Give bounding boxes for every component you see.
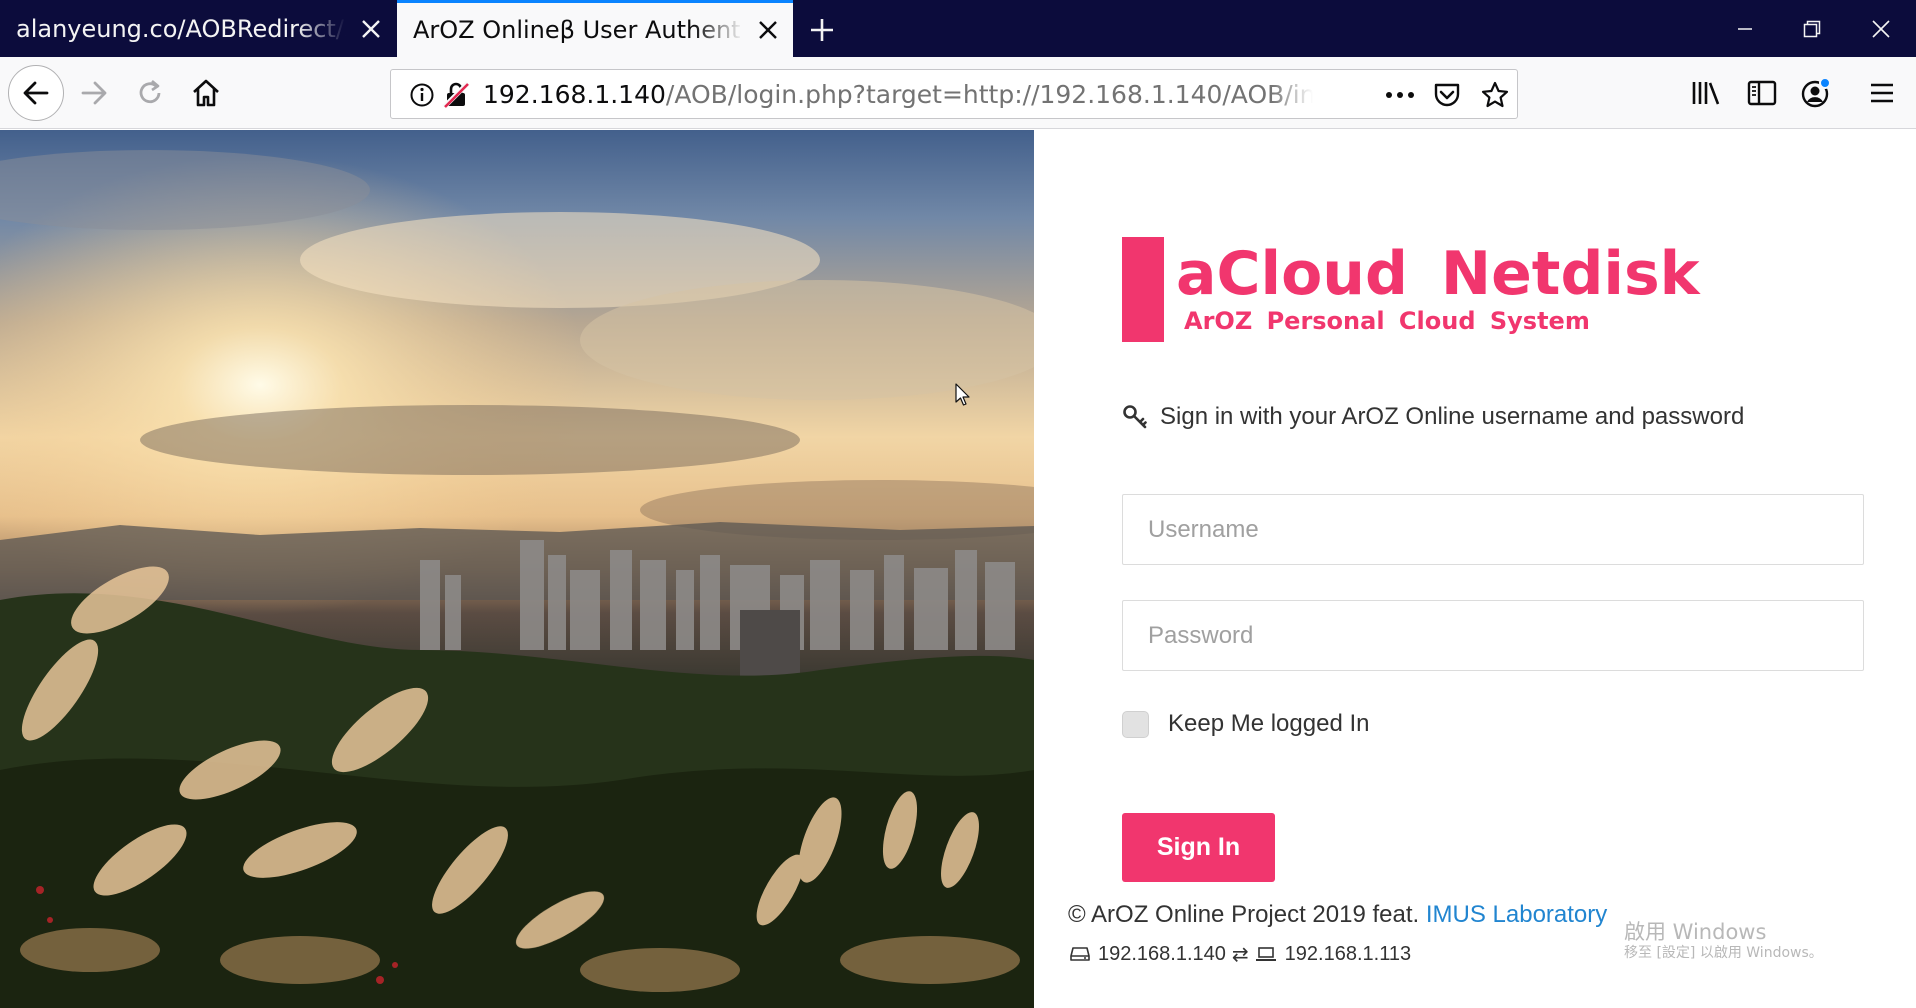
star-icon[interactable] xyxy=(1478,78,1512,112)
arrows-icon: ⇄ xyxy=(1231,943,1249,966)
tab-title: ArOZ Onlineβ User Authentication xyxy=(413,16,743,44)
remember-checkbox[interactable] xyxy=(1122,710,1149,738)
info-icon[interactable] xyxy=(405,78,439,112)
footer-text: © ArOZ Online Project 2019 feat. xyxy=(1068,901,1426,928)
more-icon[interactable] xyxy=(1383,78,1417,112)
server-icon xyxy=(1070,946,1090,962)
password-input[interactable] xyxy=(1122,600,1864,671)
navigation-toolbar: 192.168.1.140/AOB/login.php?target=http:… xyxy=(0,57,1916,129)
laptop-icon xyxy=(1255,946,1277,962)
hamburger-menu-icon[interactable] xyxy=(1856,67,1908,119)
sign-in-button[interactable]: Sign In xyxy=(1122,813,1275,882)
connection-info: 192.168.1.140 ⇄ 192.168.1.113 xyxy=(1070,940,1411,968)
key-icon xyxy=(1122,404,1148,430)
minimize-icon[interactable] xyxy=(1710,0,1780,57)
restore-icon[interactable] xyxy=(1777,0,1847,57)
username-input[interactable] xyxy=(1122,494,1864,565)
server-ip: 192.168.1.140 xyxy=(1098,942,1226,965)
signin-heading: Sign in with your ArOZ Online username a… xyxy=(1122,400,1744,434)
tab-user-authentication[interactable]: ArOZ Onlineβ User Authentication xyxy=(397,0,793,57)
remember-label[interactable]: Keep Me logged In xyxy=(1168,710,1369,738)
remember-me[interactable]: Keep Me logged In xyxy=(1122,707,1369,741)
close-icon[interactable] xyxy=(356,14,386,44)
account-icon[interactable] xyxy=(1790,67,1842,119)
signin-heading-text: Sign in with your ArOZ Online username a… xyxy=(1160,403,1745,430)
url-text[interactable]: 192.168.1.140/AOB/login.php?target=http:… xyxy=(483,70,1313,118)
tab-scan-redirect[interactable]: alanyeung.co/AOBRedirect/scan.html xyxy=(0,0,396,57)
reload-icon[interactable] xyxy=(124,67,176,119)
plus-icon[interactable] xyxy=(802,12,842,48)
footer-copyright: © ArOZ Online Project 2019 feat. IMUS La… xyxy=(1068,901,1607,929)
close-window-icon[interactable] xyxy=(1846,0,1916,57)
url-bar[interactable]: 192.168.1.140/AOB/login.php?target=http:… xyxy=(390,69,1518,119)
forward-arrow-icon[interactable] xyxy=(68,67,120,119)
imus-laboratory-link[interactable]: IMUS Laboratory xyxy=(1426,901,1607,928)
logo-accent-bar xyxy=(1122,237,1164,342)
home-icon[interactable] xyxy=(180,67,232,119)
url-host: 192.168.1.140 xyxy=(483,79,666,109)
library-icon[interactable] xyxy=(1680,67,1732,119)
tab-strip: alanyeung.co/AOBRedirect/scan.html ArOZ … xyxy=(0,0,1916,57)
back-arrow-icon[interactable] xyxy=(8,65,64,121)
logo-title: aCloud Netdisk xyxy=(1176,239,1700,309)
url-path: /AOB/login.php?target=http://192.168.1.1… xyxy=(665,79,1313,109)
pocket-icon[interactable] xyxy=(1430,78,1464,112)
logo-subtitle: ArOZ Personal Cloud System xyxy=(1184,307,1590,335)
activation-watermark-hint: 移至 [設定] 以啟用 Windows。 xyxy=(1624,945,1823,961)
tab-title: alanyeung.co/AOBRedirect/scan.html xyxy=(16,14,346,43)
insecure-lock-icon[interactable] xyxy=(439,78,473,112)
client-ip: 192.168.1.113 xyxy=(1284,942,1412,965)
close-icon[interactable] xyxy=(753,15,783,45)
mouse-cursor-icon xyxy=(955,383,971,412)
landscape-hero-image xyxy=(0,130,1034,1008)
sidebar-icon[interactable] xyxy=(1736,67,1788,119)
